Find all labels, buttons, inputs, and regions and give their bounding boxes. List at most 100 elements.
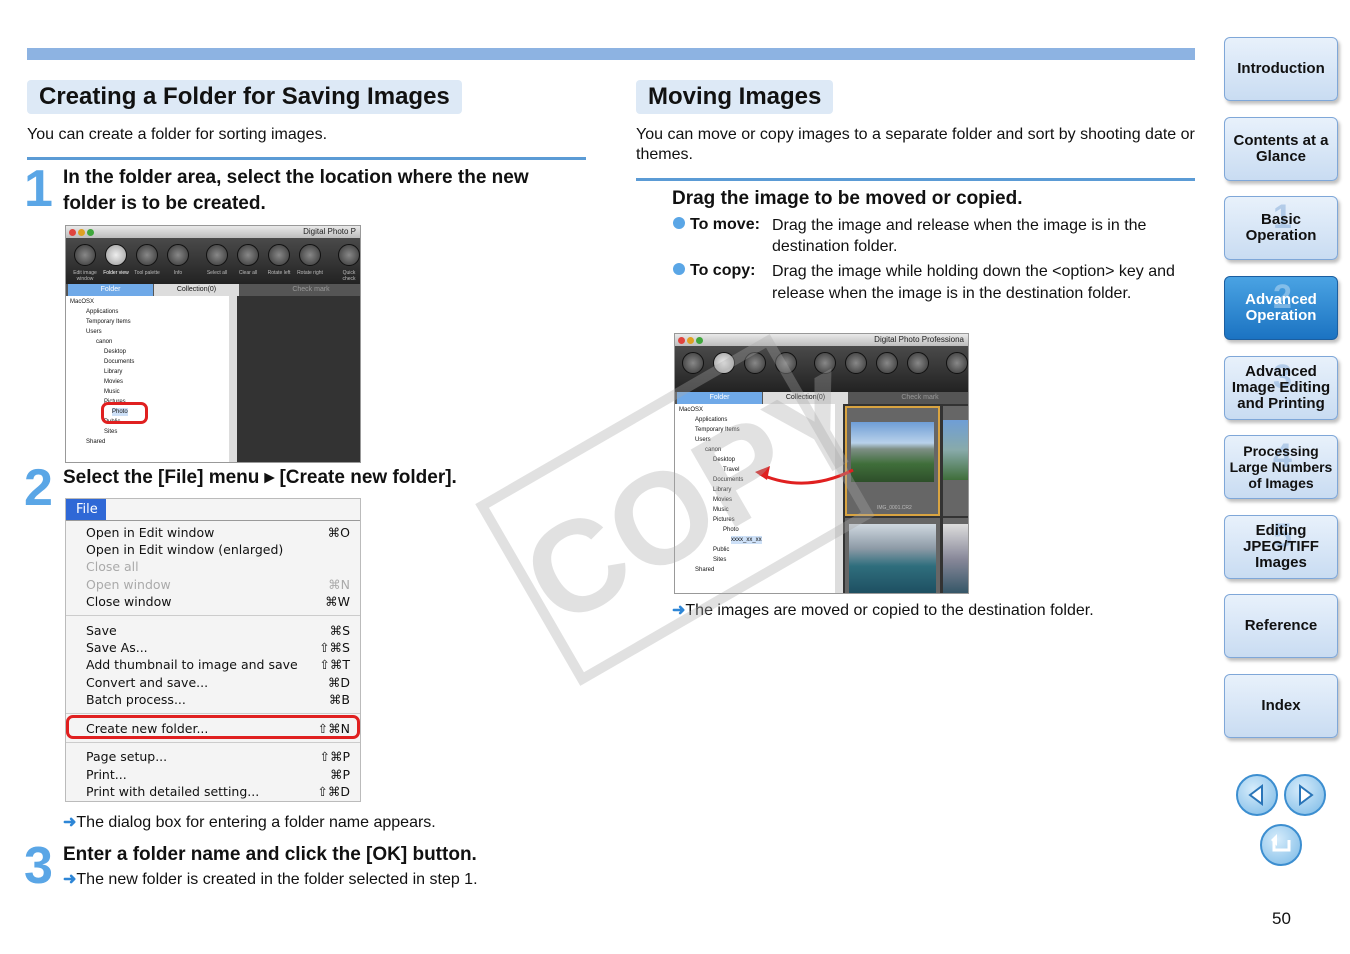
menu-item-label: Close window bbox=[86, 594, 172, 609]
step-3-text: Enter a folder name and click the [OK] b… bbox=[63, 844, 477, 865]
step-1-text: In the folder area, select the location … bbox=[63, 167, 529, 214]
nav-reference[interactable]: Reference bbox=[1224, 594, 1338, 658]
nav-label: Reference bbox=[1244, 617, 1318, 634]
menu-separator bbox=[66, 713, 360, 714]
menu-shortcut: ⌘O bbox=[327, 525, 350, 540]
menu-shortcut: ⌘N bbox=[328, 577, 350, 592]
menu-item-label: Add thumbnail to image and save bbox=[86, 657, 298, 672]
menu-shortcut: ⌘B bbox=[328, 692, 350, 707]
file-menu-screenshot: File Open in Edit window ⌘O Open in Edit … bbox=[65, 498, 361, 802]
menu-item: Close all bbox=[86, 558, 350, 575]
menu-item-label: Print... bbox=[86, 767, 127, 782]
previous-page-button[interactable] bbox=[1236, 774, 1278, 816]
to-move-text: Drag the image and release when the imag… bbox=[772, 217, 1147, 255]
menu-shortcut: ⌘S bbox=[329, 623, 350, 638]
to-copy-text: Drag the image while holding down the <o… bbox=[772, 263, 1175, 302]
nav-advanced-operation[interactable]: 2 Advanced Operation bbox=[1224, 276, 1338, 340]
to-move-label: To move: bbox=[690, 216, 760, 233]
nav-advanced-image-editing[interactable]: 3 Advanced Image Editing and Printing bbox=[1224, 356, 1338, 420]
toolbar-label: Rotate right bbox=[297, 270, 323, 276]
folder-view-icon bbox=[105, 244, 127, 266]
nav-label: Index bbox=[1261, 697, 1301, 714]
return-button[interactable] bbox=[1260, 824, 1302, 866]
edit-image-icon bbox=[74, 244, 96, 266]
step-number-1: 1 bbox=[24, 160, 53, 218]
menu-shortcut: ⇧⌘S bbox=[319, 640, 350, 655]
menu-item: Convert and save... ⌘D bbox=[86, 674, 350, 691]
tab-folder: Folder bbox=[68, 284, 153, 296]
nav-label: Basic Operation bbox=[1245, 211, 1317, 244]
nav-label: Introduction bbox=[1237, 60, 1325, 77]
menu-separator bbox=[66, 742, 360, 743]
tree-item: Applications bbox=[86, 309, 119, 315]
divider bbox=[636, 178, 1195, 181]
menu-shortcut: ⇧⌘P bbox=[319, 749, 350, 764]
section-title-moving-images: Moving Images bbox=[636, 80, 834, 114]
tabs: Folder Collection(0) Check mark bbox=[66, 284, 360, 296]
menu-item: Save As... ⇧⌘S bbox=[86, 639, 350, 656]
result-arrow-icon: ➜ bbox=[63, 871, 77, 888]
arrow-left-icon bbox=[1248, 784, 1263, 806]
nav-editing-jpeg-tiff[interactable]: 5 Editing JPEG/TIFF Images bbox=[1224, 515, 1338, 579]
tool-palette-icon bbox=[136, 244, 158, 266]
close-dot bbox=[69, 229, 76, 236]
menu-item-label: Open in Edit window (enlarged) bbox=[86, 542, 284, 557]
nav-label: Editing JPEG/TIFF Images bbox=[1243, 522, 1319, 571]
step-number-2: 2 bbox=[24, 459, 53, 517]
divider bbox=[27, 157, 586, 160]
zoom-dot bbox=[87, 229, 94, 236]
tree-item: Movies bbox=[104, 379, 124, 385]
menu-item: Open in Edit window (enlarged) bbox=[86, 541, 350, 558]
toolbar-label: Edit image window bbox=[73, 270, 97, 282]
nav-label: Advanced Image Editing and Printing bbox=[1231, 363, 1331, 412]
bullet-icon bbox=[673, 263, 685, 275]
step-3-result: ➜The new folder is created in the folder… bbox=[63, 870, 478, 890]
step-number-3: 3 bbox=[24, 837, 53, 895]
moving-intro: You can move or copy images to a separat… bbox=[636, 126, 1195, 163]
menu-item-label: Open window bbox=[86, 577, 171, 592]
scrollbar bbox=[229, 296, 237, 462]
tree-item: Library bbox=[104, 369, 123, 375]
tab-collection: Collection(0) bbox=[154, 284, 239, 296]
return-icon bbox=[1271, 834, 1291, 852]
nav-index[interactable]: Index bbox=[1224, 674, 1338, 738]
tree-item: Users bbox=[86, 329, 102, 335]
menu-item: Open window ⌘N bbox=[86, 576, 350, 593]
section-title-create-folder: Creating a Folder for Saving Images bbox=[27, 80, 462, 114]
moving-result: ➜The images are moved or copied to the d… bbox=[672, 601, 1094, 621]
nav-contents-at-a-glance[interactable]: Contents at a Glance bbox=[1224, 117, 1338, 181]
nav-introduction[interactable]: Introduction bbox=[1224, 37, 1338, 101]
toolbar-label: Quick check bbox=[342, 270, 356, 282]
menu-item: Close window ⌘W bbox=[86, 593, 350, 610]
highlight-create-new-folder bbox=[66, 715, 360, 739]
step-2-result-text: The dialog box for entering a folder nam… bbox=[76, 814, 436, 831]
nav-basic-operation[interactable]: 1 Basic Operation bbox=[1224, 196, 1338, 260]
step-2-result: ➜The dialog box for entering a folder na… bbox=[63, 813, 436, 833]
tree-item: Music bbox=[104, 389, 120, 395]
minimize-dot bbox=[78, 229, 85, 236]
nav-label: Processing Large Numbers of Images bbox=[1229, 443, 1333, 491]
top-accent-bar bbox=[27, 48, 1195, 60]
nav-processing-large-numbers[interactable]: 4 Processing Large Numbers of Images bbox=[1224, 435, 1338, 499]
moving-step-title: Drag the image to be moved or copied. bbox=[672, 188, 1023, 209]
tree-item: Sites bbox=[104, 429, 118, 435]
toolbar-label: Tool palette bbox=[134, 270, 160, 276]
menu-item-label: Open in Edit window bbox=[86, 525, 215, 540]
menu-item-label: Save bbox=[86, 623, 117, 638]
menu-item: Page setup... ⇧⌘P bbox=[86, 748, 350, 765]
menu-item-label: Convert and save... bbox=[86, 675, 209, 690]
menu-item: Save ⌘S bbox=[86, 622, 350, 639]
menu-item-label: Close all bbox=[86, 559, 139, 574]
check-mark-label: Check mark bbox=[292, 286, 330, 293]
toolbar-label: Rotate left bbox=[267, 270, 291, 276]
toolbar-label: Folder view bbox=[103, 270, 129, 276]
toolbar-label: Clear all bbox=[238, 270, 258, 276]
next-page-button[interactable] bbox=[1284, 774, 1326, 816]
highlight-photo-folder bbox=[101, 402, 148, 424]
to-copy-label: To copy: bbox=[690, 262, 756, 279]
menu-shortcut: ⇧⌘D bbox=[317, 784, 350, 799]
page-number: 50 bbox=[1272, 909, 1291, 928]
menu-header-file: File bbox=[66, 499, 106, 520]
bullet-icon bbox=[673, 217, 685, 229]
screenshot-folder-area: Digital Photo P Edit image window Folder… bbox=[65, 225, 361, 463]
